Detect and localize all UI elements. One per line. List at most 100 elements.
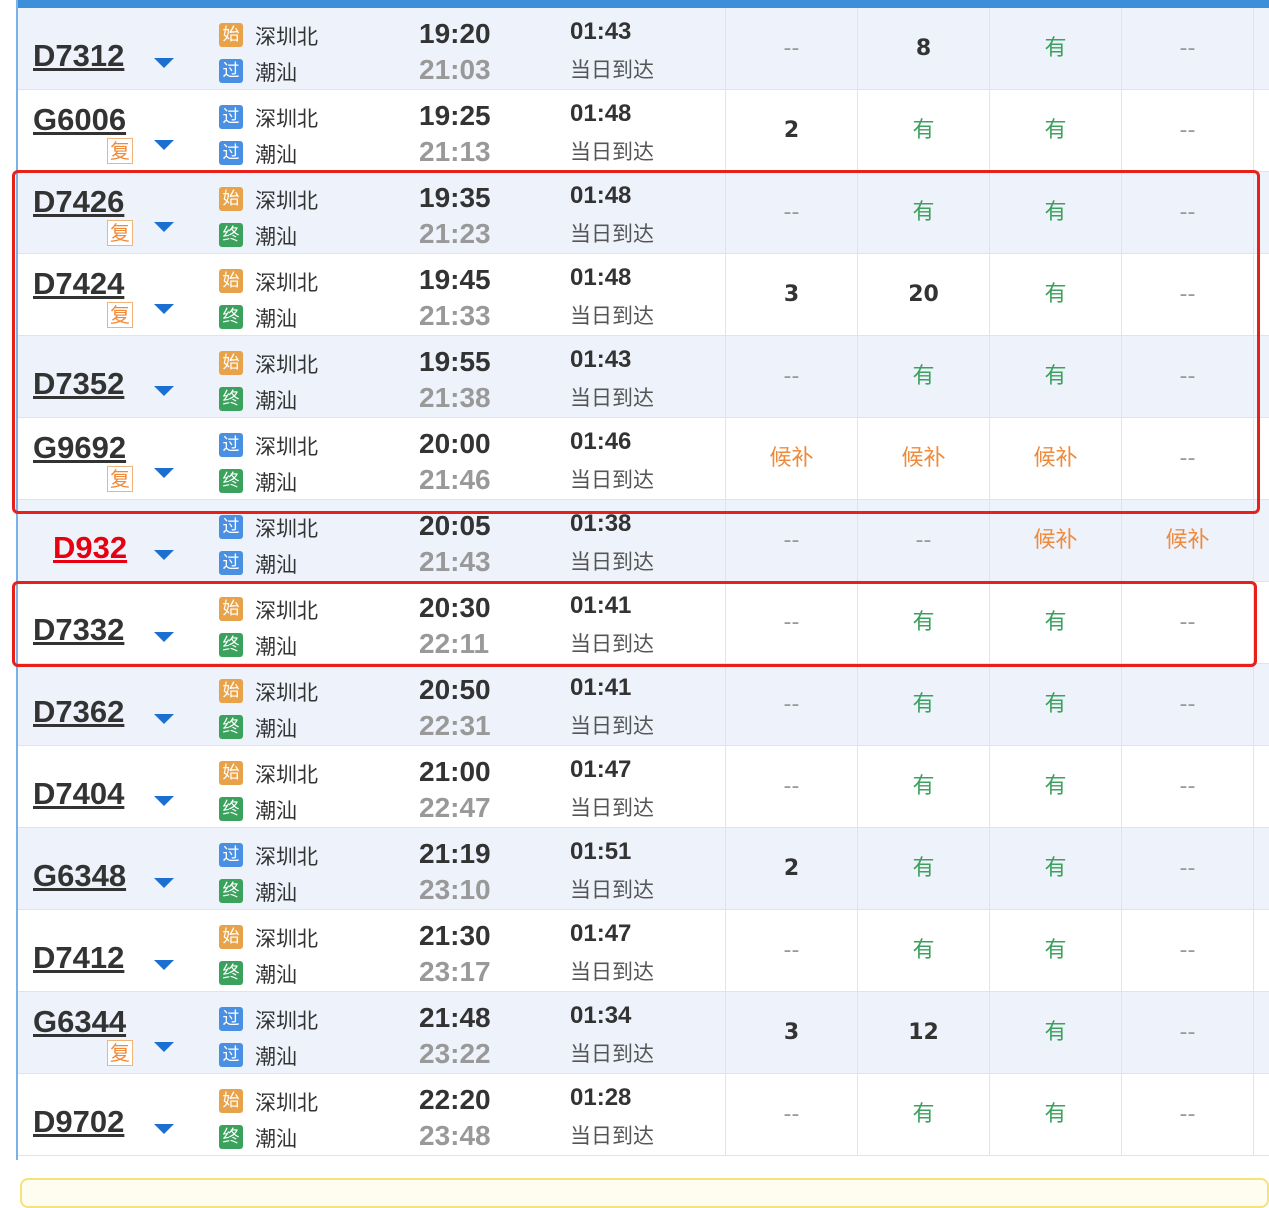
- train-number-link[interactable]: D7362: [33, 694, 124, 730]
- seat-availability-cell[interactable]: 20: [857, 254, 989, 335]
- seat-availability-cell[interactable]: 有: [989, 8, 1121, 89]
- seat-availability-cell[interactable]: 有: [857, 828, 989, 909]
- seat-availability-cell[interactable]: 有: [857, 1074, 989, 1155]
- destination-type-badge: 过: [219, 59, 243, 83]
- seat-availability-cell[interactable]: 有: [857, 90, 989, 171]
- train-row: D7424 复 始深圳北终潮汕 19:45 21:33 01:48 当日到达 3 20 有 --: [18, 254, 1269, 336]
- origin-type-badge: 过: [219, 515, 243, 539]
- origin-type-badge: 过: [219, 105, 243, 129]
- seat-availability-cell[interactable]: 候补: [725, 418, 857, 499]
- trip-duration: 01:43: [570, 18, 632, 45]
- seat-availability-cell: --: [857, 500, 989, 581]
- train-number-link[interactable]: D7424: [33, 266, 124, 302]
- seat-availability-cell[interactable]: 有: [989, 582, 1121, 663]
- arrival-note: 当日到达: [570, 550, 654, 574]
- seat-availability-cell[interactable]: 有: [989, 336, 1121, 417]
- seat-availability-cell[interactable]: 2: [725, 828, 857, 909]
- chevron-down-icon[interactable]: [154, 140, 174, 150]
- departure-time: 19:25: [419, 100, 491, 131]
- seat-availability-cell[interactable]: 候补: [1121, 500, 1253, 581]
- departure-time: 20:50: [419, 674, 491, 705]
- chevron-down-icon[interactable]: [154, 386, 174, 396]
- chevron-down-icon[interactable]: [154, 878, 174, 888]
- destination-type-badge: 终: [219, 469, 243, 493]
- seat-availability-cell[interactable]: 有: [989, 828, 1121, 909]
- arrival-note: 当日到达: [570, 714, 654, 738]
- seat-availability-cell[interactable]: 有: [989, 254, 1121, 335]
- train-number-link[interactable]: G6344: [33, 1004, 126, 1040]
- destination-type-badge: 终: [219, 879, 243, 903]
- chevron-down-icon[interactable]: [154, 796, 174, 806]
- departure-time: 19:20: [419, 18, 491, 49]
- seat-availability-cell[interactable]: 有: [857, 664, 989, 745]
- seat-availability-cell: --: [1121, 418, 1253, 499]
- chevron-down-icon[interactable]: [154, 222, 174, 232]
- destination-type-badge: 终: [219, 223, 243, 247]
- column-divider: [1253, 8, 1269, 89]
- seat-availability-cell[interactable]: 2: [725, 90, 857, 171]
- seat-availability-cell: --: [725, 500, 857, 581]
- trip-duration: 01:47: [570, 756, 632, 783]
- arrival-station: 潮汕: [255, 881, 297, 905]
- seat-availability-cell[interactable]: 候补: [989, 418, 1121, 499]
- seat-availability-cell[interactable]: 有: [989, 992, 1121, 1073]
- seat-availability-cell[interactable]: 有: [989, 746, 1121, 827]
- train-row: G6006 复过深圳北过潮汕 19:25 21:13 01:48 当日到达 2 有有 --: [18, 90, 1269, 172]
- departure-time: 22:20: [419, 1084, 491, 1115]
- train-number-link[interactable]: D7404: [33, 776, 124, 812]
- arrival-note: 当日到达: [570, 222, 654, 246]
- train-number-link[interactable]: G9692: [33, 430, 126, 466]
- destination-type-badge: 终: [219, 1125, 243, 1149]
- origin-type-badge: 始: [219, 597, 243, 621]
- train-number-link[interactable]: D7312: [33, 38, 124, 74]
- seat-availability-cell[interactable]: 有: [989, 664, 1121, 745]
- chevron-down-icon[interactable]: [154, 304, 174, 314]
- chevron-down-icon[interactable]: [154, 58, 174, 68]
- seat-availability-cell[interactable]: 有: [989, 1074, 1121, 1155]
- arrival-time: 21:23: [419, 218, 491, 249]
- chevron-down-icon[interactable]: [154, 1124, 174, 1134]
- arrival-time: 21:38: [419, 382, 491, 413]
- chevron-down-icon[interactable]: [154, 632, 174, 642]
- seat-availability-cell[interactable]: 12: [857, 992, 989, 1073]
- arrival-time: 21:33: [419, 300, 491, 331]
- resumed-service-badge: 复: [107, 466, 133, 492]
- chevron-down-icon[interactable]: [154, 550, 174, 560]
- arrival-note: 当日到达: [570, 878, 654, 902]
- departure-time: 19:55: [419, 346, 491, 377]
- seat-availability-cell[interactable]: 有: [989, 172, 1121, 253]
- column-divider: [1253, 582, 1269, 663]
- chevron-down-icon[interactable]: [154, 1042, 174, 1052]
- departure-station: 深圳北: [255, 599, 318, 623]
- arrival-note: 当日到达: [570, 960, 654, 984]
- seat-availability-cell[interactable]: 8: [857, 8, 989, 89]
- seat-availability-cell[interactable]: 候补: [989, 500, 1121, 581]
- chevron-down-icon[interactable]: [154, 468, 174, 478]
- train-number-link[interactable]: D9702: [33, 1104, 124, 1140]
- seat-availability-cell[interactable]: 有: [857, 910, 989, 991]
- train-number-link[interactable]: D7426: [33, 184, 124, 220]
- origin-type-badge: 始: [219, 761, 243, 785]
- chevron-down-icon[interactable]: [154, 714, 174, 724]
- seat-availability-cell[interactable]: 有: [989, 910, 1121, 991]
- train-number-link[interactable]: G6006: [33, 102, 126, 138]
- train-number-link[interactable]: G6348: [33, 858, 126, 894]
- train-number-link[interactable]: D7412: [33, 940, 124, 976]
- seat-availability-cell[interactable]: 有: [989, 90, 1121, 171]
- seat-availability-cell[interactable]: 有: [857, 336, 989, 417]
- resumed-service-badge: 复: [107, 220, 133, 246]
- seat-availability-cell: --: [725, 8, 857, 89]
- seat-availability-cell[interactable]: 3: [725, 992, 857, 1073]
- column-divider: [1253, 418, 1269, 499]
- train-number-link[interactable]: D7332: [33, 612, 124, 648]
- chevron-down-icon[interactable]: [154, 960, 174, 970]
- seat-availability-cell[interactable]: 有: [857, 746, 989, 827]
- train-number-link[interactable]: D932: [53, 530, 127, 566]
- seat-availability-cell[interactable]: 有: [857, 172, 989, 253]
- seat-availability-cell[interactable]: 3: [725, 254, 857, 335]
- seat-availability-cell[interactable]: 有: [857, 582, 989, 663]
- train-row: D7352 始深圳北终潮汕 19:55 21:38 01:43 当日到达 -- 有有 --: [18, 336, 1269, 418]
- trip-duration: 01:43: [570, 346, 632, 373]
- train-number-link[interactable]: D7352: [33, 366, 124, 402]
- seat-availability-cell[interactable]: 候补: [857, 418, 989, 499]
